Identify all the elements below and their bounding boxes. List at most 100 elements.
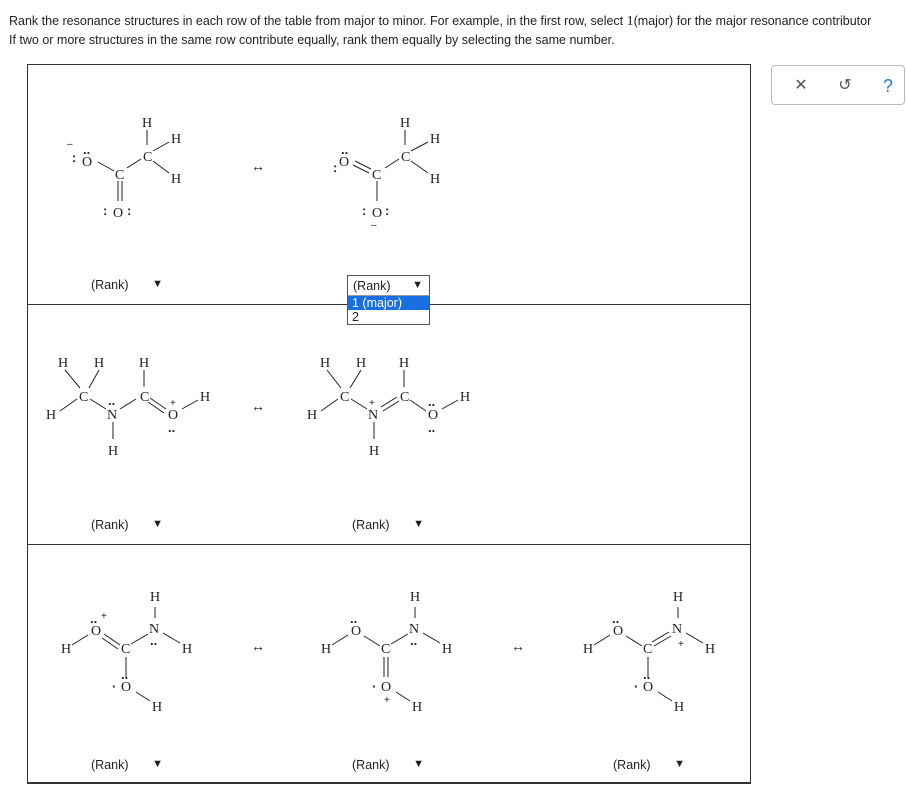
atom-o: O: [121, 680, 131, 695]
positive-charge: +: [678, 639, 684, 650]
rank-select-1a[interactable]: (Rank) ▼: [86, 275, 169, 295]
structure-2a: H H C H N .. H H C + O .. H: [46, 356, 210, 459]
atom-h: H: [583, 642, 593, 657]
lone-pair: ..: [168, 420, 175, 435]
atom-h: H: [139, 356, 149, 371]
dropdown-arrow-icon: ▼: [152, 278, 163, 290]
resonance-arrow: ↔: [251, 640, 265, 655]
atom-o: O: [339, 155, 349, 170]
lone-pair: :: [72, 150, 76, 165]
negative-charge: –: [371, 220, 377, 231]
atom-h: H: [410, 590, 420, 605]
instructions: Rank the resonance structures in each ro…: [9, 12, 871, 49]
atom-c: C: [140, 390, 149, 405]
lone-pair: ..: [90, 611, 97, 626]
clear-button[interactable]: ✕: [789, 74, 813, 98]
lone-pair: ..: [341, 142, 348, 157]
atom-h: H: [369, 444, 379, 459]
lone-pair: :: [385, 203, 389, 218]
rank-select-3a[interactable]: (Rank) ▼: [86, 755, 169, 775]
rank-dropdown-list: 1 (major) 2: [347, 295, 430, 325]
atom-n: N: [368, 408, 378, 423]
lone-pair: :: [103, 203, 107, 218]
table-row-2: H H C H N .. H H C + O .. H ↔ H H C H + …: [28, 305, 750, 545]
positive-charge: +: [101, 611, 107, 622]
atom-h: H: [61, 642, 71, 657]
atom-h: H: [171, 132, 181, 147]
atom-o: O: [82, 155, 92, 170]
atom-n: N: [672, 622, 682, 637]
lone-pair: ·: [634, 679, 638, 694]
atom-o: O: [91, 624, 101, 639]
dropdown-arrow-icon: ▼: [413, 518, 424, 530]
dropdown-arrow-icon: ▼: [413, 758, 424, 770]
rank-select-label: (Rank): [352, 758, 390, 772]
atom-h: H: [412, 700, 422, 715]
lone-pair: :: [333, 160, 337, 175]
atom-h: H: [182, 642, 192, 657]
atom-c: C: [115, 168, 124, 183]
lone-pair: ..: [121, 667, 128, 682]
instructions-line-2: If two or more structures in the same ro…: [9, 33, 615, 47]
atom-h: H: [399, 356, 409, 371]
lone-pair: ..: [612, 611, 619, 626]
atom-c: C: [143, 150, 152, 165]
row-2-structures: H H C H N .. H H C + O .. H ↔ H H C H + …: [46, 356, 470, 459]
lone-pair: ..: [643, 667, 650, 682]
atom-c: C: [121, 642, 130, 657]
atom-h: H: [46, 408, 56, 423]
atom-c: C: [79, 390, 88, 405]
resonance-arrow: ↔: [251, 400, 265, 415]
instructions-text: (major) for the major resonance contribu…: [633, 14, 872, 28]
atom-h: H: [674, 700, 684, 715]
atom-c: C: [643, 642, 652, 657]
lone-pair: ..: [83, 142, 90, 157]
toolbar: ✕ ↺ ?: [771, 65, 905, 105]
rank-select-label: (Rank): [353, 279, 391, 293]
lone-pair: ·: [372, 679, 376, 694]
lone-pair: :: [127, 203, 131, 218]
lone-pair: ..: [150, 633, 157, 648]
atom-h: H: [460, 390, 470, 405]
instructions-line-1: Rank the resonance structures in each ro…: [9, 12, 871, 31]
rank-select-label: (Rank): [91, 278, 129, 292]
resonance-arrow: ↔: [251, 160, 265, 175]
atom-h: H: [152, 700, 162, 715]
rank-select-label: (Rank): [91, 518, 129, 532]
atom-h: H: [321, 642, 331, 657]
rank-select-1b[interactable]: (Rank) ▼: [347, 275, 430, 295]
example-rank-number: 1: [626, 14, 634, 29]
atom-h: H: [320, 356, 330, 371]
atom-c: C: [340, 390, 349, 405]
undo-button[interactable]: ↺: [833, 74, 857, 98]
atom-o: O: [113, 206, 123, 221]
lone-pair: ·: [112, 679, 116, 694]
atom-h: H: [108, 444, 118, 459]
atom-o: O: [351, 624, 361, 639]
rank-option-1[interactable]: 1 (major): [348, 296, 429, 310]
lone-pair: ..: [108, 393, 115, 408]
atom-h: H: [430, 172, 440, 187]
structure-3c: H O .. C N + H H O · .. H: [583, 590, 715, 715]
atom-o: O: [643, 680, 653, 695]
lone-pair: ..: [428, 394, 435, 409]
positive-charge: +: [384, 695, 390, 706]
structure-1b: H C H H C O : .. O : : –: [333, 116, 440, 231]
lone-pair: ..: [410, 633, 417, 648]
atom-h: H: [58, 356, 68, 371]
rank-select-2b[interactable]: (Rank) ▼: [347, 515, 430, 535]
atom-c: C: [372, 168, 381, 183]
rank-option-2[interactable]: 2: [348, 310, 429, 324]
dropdown-arrow-icon: ▼: [152, 518, 163, 530]
help-button[interactable]: ?: [876, 74, 900, 98]
atom-h: H: [400, 116, 410, 131]
atom-h: H: [356, 356, 366, 371]
rank-select-label: (Rank): [352, 518, 390, 532]
dropdown-arrow-icon: ▼: [674, 758, 685, 770]
structure-1a: H C H H C O – : .. O : :: [67, 116, 181, 221]
rank-select-3b[interactable]: (Rank) ▼: [347, 755, 430, 775]
rank-select-3c[interactable]: (Rank) ▼: [608, 755, 691, 775]
lone-pair: ..: [350, 611, 357, 626]
rank-select-2a[interactable]: (Rank) ▼: [86, 515, 169, 535]
atom-c: C: [381, 642, 390, 657]
